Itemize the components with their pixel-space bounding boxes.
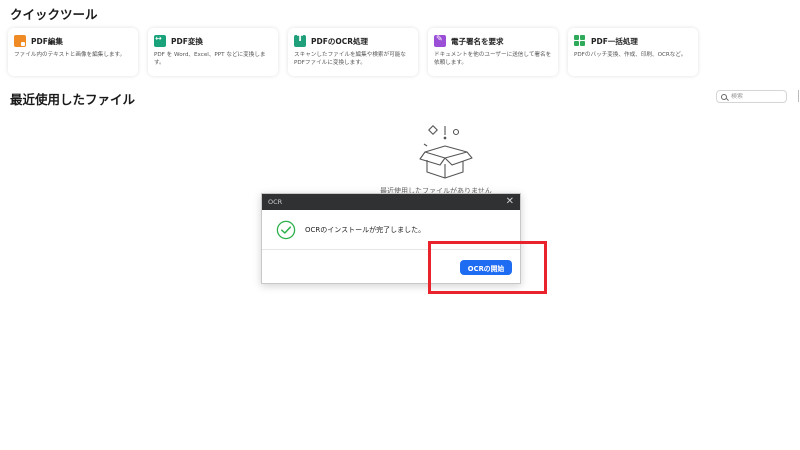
pdf-ocr-icon — [294, 34, 306, 47]
ocr-dialog: OCR ✕ OCRのインストールが完了しました。 OCRの開始 — [261, 193, 521, 284]
start-ocr-button[interactable]: OCRの開始 — [460, 260, 512, 275]
tool-name: PDFのOCR処理 — [311, 36, 369, 46]
recent-files-title: 最近使用したファイル — [10, 92, 136, 107]
dialog-message: OCRのインストールが完了しました。 — [305, 225, 426, 234]
dialog-body: OCRのインストールが完了しました。 — [262, 210, 520, 250]
tool-description: PDF を Word、Excel、PPT などに変換します。 — [154, 52, 266, 66]
tool-card-pdf-edit[interactable]: PDF編集 ファイル内のテキストと画像を編集します。 — [8, 28, 138, 76]
empty-box-icon — [419, 125, 473, 179]
pdf-convert-icon — [154, 34, 166, 47]
tool-card-e-signature[interactable]: 電子署名を要求 ドキュメントを他のユーザーに送信して署名を依頼します。 — [428, 28, 558, 76]
tool-description: スキャンしたファイルを編集や検索が可能なPDFファイルに変換します。 — [294, 52, 406, 66]
tool-card-pdf-ocr[interactable]: PDFのOCR処理 スキャンしたファイルを編集や検索が可能なPDFファイルに変換… — [288, 28, 418, 76]
quick-tools-title: クイックツール — [10, 7, 98, 22]
dialog-footer: OCRの開始 — [262, 250, 520, 283]
search-icon — [721, 93, 727, 100]
tool-name: PDF編集 — [31, 36, 63, 46]
search-field[interactable] — [716, 90, 787, 103]
search-input[interactable] — [731, 93, 785, 100]
dialog-titlebar: OCR ✕ — [262, 194, 520, 210]
tool-description: PDFのバッチ変換、作成、印刷、OCRなど。 — [574, 52, 687, 58]
quick-tools-row: PDF編集 ファイル内のテキストと画像を編集します。 PDF変換 PDF を W… — [8, 28, 708, 78]
e-signature-icon — [434, 34, 446, 47]
tool-card-pdf-batch[interactable]: PDF一括処理 PDFのバッチ変換、作成、印刷、OCRなど。 — [568, 28, 698, 76]
check-circle-icon — [276, 220, 296, 239]
tool-description: ファイル内のテキストと画像を編集します。 — [14, 52, 126, 58]
tool-name: 電子署名を要求 — [451, 36, 504, 46]
divider — [798, 90, 799, 102]
pdf-batch-icon — [574, 35, 586, 47]
close-icon[interactable]: ✕ — [506, 197, 514, 207]
dialog-title: OCR — [268, 198, 283, 206]
tool-name: PDF一括処理 — [591, 36, 638, 46]
tool-card-pdf-convert[interactable]: PDF変換 PDF を Word、Excel、PPT などに変換します。 — [148, 28, 278, 76]
tool-description: ドキュメントを他のユーザーに送信して署名を依頼します。 — [434, 52, 552, 66]
tool-name: PDF変換 — [171, 36, 203, 46]
pdf-edit-icon — [14, 35, 26, 47]
